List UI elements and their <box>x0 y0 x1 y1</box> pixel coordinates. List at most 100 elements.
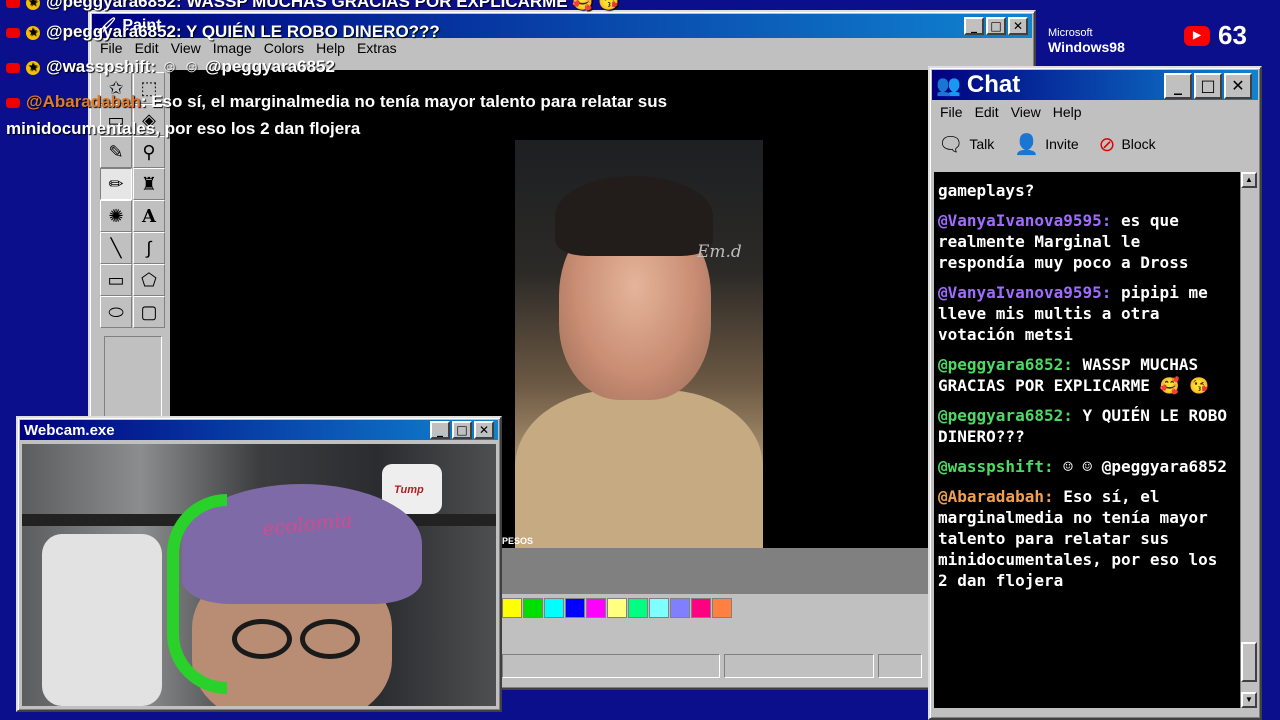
chat-message: @Abaradabah: Eso sí, el marginalmedia no… <box>938 487 1227 590</box>
swatch-yellow[interactable] <box>502 598 522 618</box>
maximize-button[interactable]: □ <box>986 17 1006 35</box>
maximize-button[interactable]: □ <box>452 421 472 439</box>
glasses-lens-left <box>232 619 292 659</box>
color-picker-icon[interactable]: ✎ <box>100 136 132 168</box>
status-cell-coords <box>724 654 874 678</box>
menu-help[interactable]: Help <box>316 40 345 56</box>
curve-icon[interactable]: ∫ <box>133 232 165 264</box>
viewer-count: 63 <box>1218 20 1247 50</box>
pasted-photo: Em.d <box>515 140 763 582</box>
toilet-paper-label: Tump <box>394 484 424 496</box>
webcam-title: Webcam.exe <box>24 421 115 439</box>
swatch-spring-green[interactable] <box>628 598 648 618</box>
overlay-msg-4-cont: minidocumentales, por eso los 2 dan floj… <box>6 119 361 138</box>
swatch-orange[interactable] <box>712 598 732 618</box>
chat-title: Chat <box>966 71 1021 98</box>
webcam-window[interactable]: Webcam.exe _ □ ✕ Tump ecolomia <box>16 416 502 712</box>
viewer-counter: ▶ 63 <box>1184 20 1247 51</box>
swatch-periwinkle[interactable] <box>670 598 690 618</box>
background-chair <box>42 534 162 706</box>
swatch-blue[interactable] <box>565 598 585 618</box>
block-button[interactable]: ⊘ Block <box>1099 132 1156 157</box>
menu-extras[interactable]: Extras <box>357 40 397 56</box>
chat-message: @peggyara6852: Y QUIÉN LE ROBO DINERO??? <box>938 406 1237 446</box>
chat-log[interactable]: gameplays? @VanyaIvanova9595: es que rea… <box>934 172 1240 708</box>
glasses-lens-right <box>300 619 360 659</box>
headset <box>167 494 227 694</box>
webcam-feed: Tump ecolomia <box>22 444 496 706</box>
brush-icon[interactable]: ♜ <box>133 168 165 200</box>
text-icon[interactable]: A <box>133 200 165 232</box>
status-cell-help <box>502 654 720 678</box>
airbrush-icon[interactable]: ✺ <box>100 200 132 232</box>
overlay-msg-3: ★ @wasspshift: ☺ ☺ @peggyara6852 <box>6 57 335 77</box>
chat-menu-view[interactable]: View <box>1011 104 1041 120</box>
chat-window[interactable]: 👥 Chat _ □ ✕ File Edit View Help 🗨 Talk … <box>928 66 1262 720</box>
rounded-rect-icon[interactable]: ▢ <box>133 296 165 328</box>
status-cell-size <box>878 654 922 678</box>
youtube-icon <box>6 62 20 73</box>
rectangle-icon[interactable]: ▭ <box>100 264 132 296</box>
swatch-pink[interactable] <box>691 598 711 618</box>
menu-view[interactable]: View <box>171 40 201 56</box>
chat-message: @VanyaIvanova9595: es que realmente Marg… <box>938 211 1189 272</box>
magnifier-icon[interactable]: ⚲ <box>133 136 165 168</box>
youtube-icon: ▶ <box>1184 25 1210 46</box>
swatch-light-cyan[interactable] <box>649 598 669 618</box>
close-button[interactable]: ✕ <box>474 421 494 439</box>
ms-brand-text: Microsoft <box>1048 27 1093 39</box>
pencil-icon[interactable]: ✏ <box>100 168 132 200</box>
close-button[interactable]: ✕ <box>1224 73 1252 99</box>
chat-menu-help[interactable]: Help <box>1053 104 1082 120</box>
youtube-icon <box>6 97 20 108</box>
talk-button[interactable]: 🗨 Talk <box>938 132 994 157</box>
talk-icon: 🗨 <box>938 133 964 156</box>
ms-product-text: Windows98 <box>1048 39 1125 55</box>
chat-message: @wasspshift: ☺ ☺ @peggyara6852 <box>938 457 1227 476</box>
scroll-down-icon[interactable]: ▼ <box>1241 692 1257 708</box>
swatch-magenta[interactable] <box>586 598 606 618</box>
windows-logo: Microsoft Windows98 <box>1048 24 1125 54</box>
chat-toolbar: 🗨 Talk 👤 Invite ⊘ Block <box>938 128 1156 160</box>
star-icon: ★ <box>26 0 40 10</box>
menu-image[interactable]: Image <box>213 40 252 56</box>
canvas-caption: PESOS <box>502 536 534 546</box>
chat-scrollbar[interactable]: ▲ ▼ <box>1240 172 1258 708</box>
star-icon: ★ <box>26 25 40 40</box>
ellipse-icon[interactable]: ⬭ <box>100 296 132 328</box>
tool-options[interactable] <box>104 336 162 422</box>
menu-edit[interactable]: Edit <box>135 40 159 56</box>
block-icon: ⊘ <box>1098 133 1116 156</box>
photo-hair <box>555 176 713 256</box>
chat-menu-edit[interactable]: Edit <box>975 104 999 120</box>
menu-file[interactable]: File <box>100 40 123 56</box>
swatch-light-yellow[interactable] <box>607 598 627 618</box>
minimize-button[interactable]: _ <box>1164 73 1192 99</box>
overlay-msg-1: ★ @peggyara6852: WASSP MUCHAS GRACIAS POR… <box>6 0 619 12</box>
chat-menu-file[interactable]: File <box>940 104 963 120</box>
scroll-thumb[interactable] <box>1241 642 1257 682</box>
swatch-green[interactable] <box>523 598 543 618</box>
webcam-titlebar[interactable]: Webcam.exe _ □ ✕ <box>20 420 498 440</box>
maximize-button[interactable]: □ <box>1194 73 1222 99</box>
overlay-msg-4: @Abaradabah: Eso sí, el marginalmedia no… <box>6 92 667 112</box>
swatch-cyan[interactable] <box>544 598 564 618</box>
overlay-msg-2: ★ @peggyara6852: Y QUIÉN LE ROBO DINERO??… <box>6 22 440 42</box>
youtube-icon <box>6 27 20 38</box>
minimize-button[interactable]: _ <box>430 421 450 439</box>
line-icon[interactable]: ╲ <box>100 232 132 264</box>
close-button[interactable]: ✕ <box>1008 17 1028 35</box>
polygon-icon[interactable]: ⬠ <box>133 264 165 296</box>
youtube-icon <box>6 0 20 8</box>
msn-people-icon: 👥 <box>936 74 961 97</box>
minimize-button[interactable]: _ <box>964 17 984 35</box>
chat-titlebar[interactable]: 👥 Chat _ □ ✕ <box>932 70 1258 100</box>
scroll-up-icon[interactable]: ▲ <box>1241 172 1257 188</box>
invite-icon: 👤 <box>1014 133 1040 156</box>
menu-colors[interactable]: Colors <box>264 40 304 56</box>
glasses <box>232 619 382 659</box>
chat-message: @VanyaIvanova9595: pipipi me lleve mis m… <box>938 283 1218 344</box>
invite-button[interactable]: 👤 Invite <box>1014 132 1078 157</box>
chat-message: gameplays? <box>938 181 1035 200</box>
star-icon: ★ <box>26 60 40 75</box>
